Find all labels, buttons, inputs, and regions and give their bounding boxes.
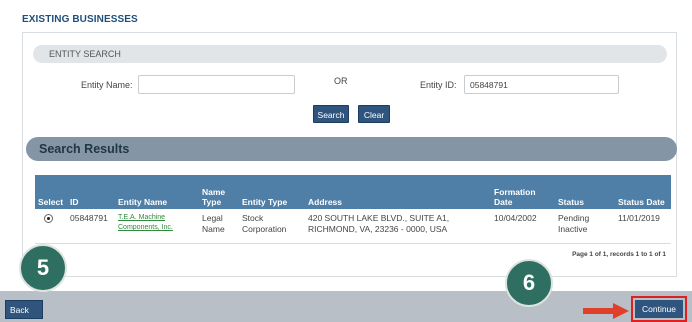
select-cell xyxy=(35,209,67,244)
entity-id-label: Entity ID: xyxy=(420,80,457,90)
entity-name-input[interactable] xyxy=(138,75,295,94)
search-panel: ENTITY SEARCH Entity Name: OR Entity ID:… xyxy=(22,32,677,277)
col-formation-date: Formation Date xyxy=(494,187,536,207)
step-6-badge: 6 xyxy=(505,259,553,307)
col-id: ID xyxy=(70,197,79,207)
search-button[interactable]: Search xyxy=(313,105,349,123)
formation-date-cell: 10/04/2002 xyxy=(491,209,555,244)
select-radio[interactable] xyxy=(44,214,53,223)
status-date-cell: 11/01/2019 xyxy=(615,209,671,244)
table-header-row: Select ID Entity Name Name Type Entity T… xyxy=(35,175,671,209)
page-title: EXISTING BUSINESSES xyxy=(22,14,138,25)
clear-button[interactable]: Clear xyxy=(358,105,390,123)
search-results-heading: Search Results xyxy=(26,137,677,161)
table-row: 05848791 T.E.A. Machine Components, Inc.… xyxy=(35,209,671,244)
col-status-date: Status Date xyxy=(618,197,665,207)
status-cell: Pending Inactive xyxy=(555,209,615,244)
entity-id-input[interactable] xyxy=(464,75,619,94)
col-address: Address xyxy=(308,197,343,207)
results-table: Select ID Entity Name Name Type Entity T… xyxy=(35,175,671,244)
col-name-type: Name Type xyxy=(202,187,226,207)
col-status: Status xyxy=(558,197,584,207)
continue-highlight: Continue xyxy=(631,296,687,322)
col-entity-type: Entity Type xyxy=(242,197,288,207)
back-button[interactable]: Back xyxy=(5,300,43,319)
arrow-right-icon xyxy=(583,303,629,319)
pagination-info: Page 1 of 1, records 1 to 1 of 1 xyxy=(572,251,666,258)
step-5-badge: 5 xyxy=(19,244,67,292)
address-cell: 420 SOUTH LAKE BLVD., SUITE A1, RICHMOND… xyxy=(305,209,491,244)
entity-type-cell: Stock Corporation xyxy=(239,209,305,244)
col-select: Select xyxy=(38,197,64,207)
entity-search-heading: ENTITY SEARCH xyxy=(33,45,667,63)
entity-name-label: Entity Name: xyxy=(81,80,133,90)
entity-name-link[interactable]: T.E.A. Machine Components, Inc. xyxy=(115,209,199,244)
continue-button[interactable]: Continue xyxy=(635,300,683,318)
or-text: OR xyxy=(334,76,348,86)
name-type-cell: Legal Name xyxy=(199,209,239,244)
id-cell: 05848791 xyxy=(67,209,115,244)
col-entity-name: Entity Name xyxy=(118,197,168,207)
